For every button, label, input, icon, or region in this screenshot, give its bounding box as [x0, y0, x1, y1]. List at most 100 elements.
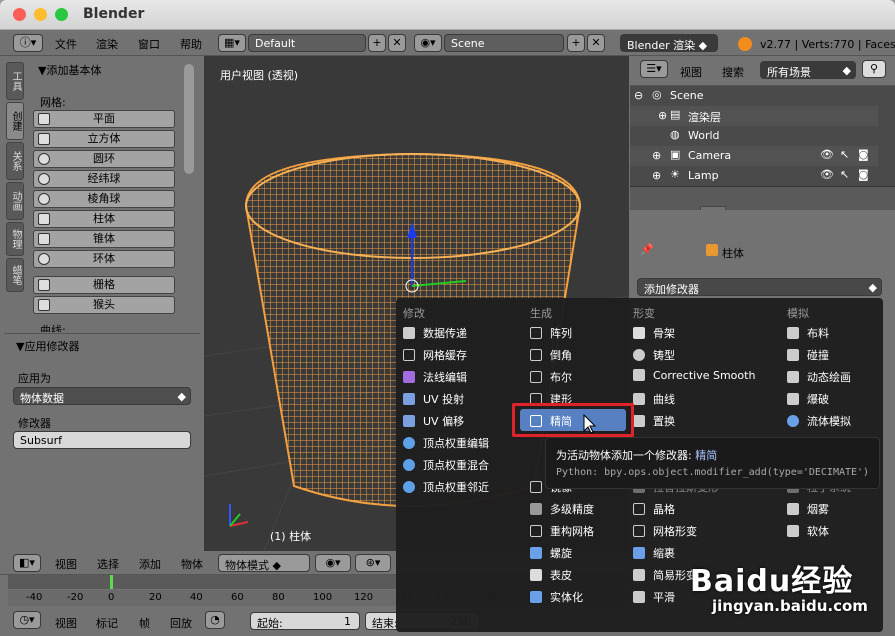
add-torus-button[interactable]: 环体: [33, 250, 175, 268]
render-camera-icon[interactable]: ◙: [858, 168, 869, 181]
record-icon[interactable]: ◔: [205, 611, 225, 629]
menu-item-skin[interactable]: 表皮: [530, 567, 572, 587]
view3d-menu-object[interactable]: 物体: [181, 556, 203, 572]
menu-item-vertex-weight-proximity[interactable]: 顶点权重邻近: [403, 479, 489, 499]
layout-icon[interactable]: ▦▾: [218, 34, 246, 52]
visibility-eye-icon[interactable]: 👁: [820, 148, 834, 161]
menu-item-cloth[interactable]: 布料: [787, 325, 829, 345]
add-uv-sphere-button[interactable]: 经纬球: [33, 170, 175, 188]
shading-icon[interactable]: ◉▾: [315, 554, 351, 572]
tab-relations[interactable]: 关系: [6, 142, 24, 180]
tab-physics[interactable]: 物理: [6, 222, 24, 256]
select-cursor-icon[interactable]: ↖: [840, 148, 849, 161]
select-cursor-icon[interactable]: ↖: [840, 168, 849, 181]
add-plane-button[interactable]: 平面: [33, 110, 175, 128]
menu-item-boolean[interactable]: 布尔: [530, 369, 572, 389]
add-modifier-select[interactable]: 添加修改器 ◆: [637, 278, 882, 296]
expand-icon[interactable]: ⊕: [658, 109, 667, 122]
menu-item-screw[interactable]: 螺旋: [530, 545, 572, 565]
add-circle-button[interactable]: 圆环: [33, 150, 175, 168]
collapse-icon[interactable]: ⊖: [634, 89, 643, 102]
menu-item-mesh-cache[interactable]: 网格缓存: [403, 347, 467, 367]
editor-type-icon[interactable]: ⓘ▾: [13, 34, 43, 52]
add-layout-icon[interactable]: +: [368, 34, 386, 52]
modifier-field[interactable]: Subsurf: [13, 431, 191, 449]
menu-item-smoke[interactable]: 烟雾: [787, 501, 829, 521]
menu-item-remesh[interactable]: 重构网格: [530, 523, 594, 543]
add-scene-icon[interactable]: +: [567, 34, 585, 52]
menu-item-array[interactable]: 阵列: [530, 325, 572, 345]
timeline-menu-frame[interactable]: 帧: [139, 615, 150, 631]
mode-select[interactable]: 物体模式 ◆: [218, 554, 310, 572]
menu-item-fluid[interactable]: 流体模拟: [787, 413, 851, 433]
menu-item-lattice[interactable]: 晶格: [633, 501, 675, 521]
timeline-editor-icon[interactable]: ◷▾: [13, 611, 41, 629]
tab-create[interactable]: 创建: [6, 102, 24, 140]
remove-scene-icon[interactable]: ✕: [587, 34, 605, 52]
pin-icon[interactable]: 📌: [640, 243, 654, 256]
outliner-search-menu[interactable]: 搜索: [722, 64, 744, 80]
remove-layout-icon[interactable]: ✕: [388, 34, 406, 52]
current-frame-marker[interactable]: [110, 575, 113, 589]
menu-item-simple-deform[interactable]: 简易形变: [633, 567, 697, 587]
start-frame-field[interactable]: 起始: 1: [250, 612, 360, 630]
pivot-icon[interactable]: ⊛▾: [355, 554, 391, 572]
expand-icon[interactable]: ⊕: [652, 169, 661, 182]
menu-item-uv-project[interactable]: UV 投射: [403, 391, 464, 411]
zoom-window-button[interactable]: [55, 8, 68, 21]
close-window-button[interactable]: [13, 8, 26, 21]
apply-as-select[interactable]: 物体数据 ◆: [13, 387, 191, 405]
menu-item-curve[interactable]: 曲线: [633, 391, 675, 411]
menu-item-mesh-deform[interactable]: 网格形变: [633, 523, 697, 543]
outliner-editor-icon[interactable]: ☰▾: [640, 60, 668, 78]
add-grid-button[interactable]: 栅格: [33, 276, 175, 294]
menu-item-normal-edit[interactable]: 法线编辑: [403, 369, 467, 389]
menu-item-smooth[interactable]: 平滑: [633, 589, 675, 609]
menu-item-multiresolution[interactable]: 多级精度: [530, 501, 594, 521]
menu-item-vertex-weight-edit[interactable]: 顶点权重编辑: [403, 435, 489, 455]
menu-render[interactable]: 渲染: [96, 36, 118, 52]
menu-help[interactable]: 帮助: [180, 36, 202, 52]
outliner-row-world[interactable]: ◍ World: [630, 126, 878, 146]
menu-item-explode[interactable]: 爆破: [787, 391, 829, 411]
add-ico-sphere-button[interactable]: 棱角球: [33, 190, 175, 208]
menu-item-uv-warp[interactable]: UV 偏移: [403, 413, 464, 433]
add-primitive-title[interactable]: ▼添加基本体: [38, 62, 101, 78]
menu-item-shrinkwrap[interactable]: 缩裹: [633, 545, 675, 565]
tab-tools[interactable]: 工具: [6, 62, 24, 100]
layout-field[interactable]: Default: [248, 34, 366, 52]
render-engine-select[interactable]: Blender 渲染 ◆: [620, 34, 718, 52]
view3d-menu-add[interactable]: 添加: [139, 556, 161, 572]
menu-item-data-transfer[interactable]: 数据传递: [403, 325, 467, 345]
apply-modifier-title[interactable]: ▼应用修改器: [16, 338, 79, 354]
view3d-menu-select[interactable]: 选择: [97, 556, 119, 572]
outliner-row-render-layers[interactable]: ⊕ ▤ 渲染层: [630, 106, 878, 126]
outliner-view-menu[interactable]: 视图: [680, 64, 702, 80]
outliner-row-lamp[interactable]: ⊕ ☀ Lamp 👁 ↖ ◙: [630, 166, 878, 186]
add-cylinder-button[interactable]: 柱体: [33, 210, 175, 228]
menu-window[interactable]: 窗口: [138, 36, 160, 52]
scene-icon[interactable]: ◉▾: [414, 34, 442, 52]
menu-file[interactable]: 文件: [55, 36, 77, 52]
menu-item-dynamic-paint[interactable]: 动态绘画: [787, 369, 851, 389]
view3d-editor-icon[interactable]: ◧▾: [13, 554, 41, 572]
outliner-filter-select[interactable]: 所有场景 ◆: [760, 61, 856, 79]
tool-shelf-scrollbar[interactable]: [184, 64, 194, 174]
minimize-window-button[interactable]: [34, 8, 47, 21]
menu-item-soft-body[interactable]: 软体: [787, 523, 829, 543]
visibility-eye-icon[interactable]: 👁: [820, 168, 834, 181]
menu-item-vertex-weight-mix[interactable]: 顶点权重混合: [403, 457, 489, 477]
render-camera-icon[interactable]: ◙: [858, 148, 869, 161]
timeline-menu-view[interactable]: 视图: [55, 615, 77, 631]
scene-field[interactable]: Scene: [444, 34, 564, 52]
menu-item-collision[interactable]: 碰撞: [787, 347, 829, 367]
tab-animation[interactable]: 动画: [6, 182, 24, 220]
expand-icon[interactable]: ⊕: [652, 149, 661, 162]
timeline-menu-marker[interactable]: 标记: [96, 615, 118, 631]
menu-item-cast[interactable]: 铸型: [633, 347, 675, 367]
menu-item-bevel[interactable]: 倒角: [530, 347, 572, 367]
menu-item-armature[interactable]: 骨架: [633, 325, 675, 345]
menu-item-corrective-smooth[interactable]: Corrective Smooth: [633, 369, 755, 389]
view3d-menu-view[interactable]: 视图: [55, 556, 77, 572]
timeline-menu-playback[interactable]: 回放: [170, 615, 192, 631]
